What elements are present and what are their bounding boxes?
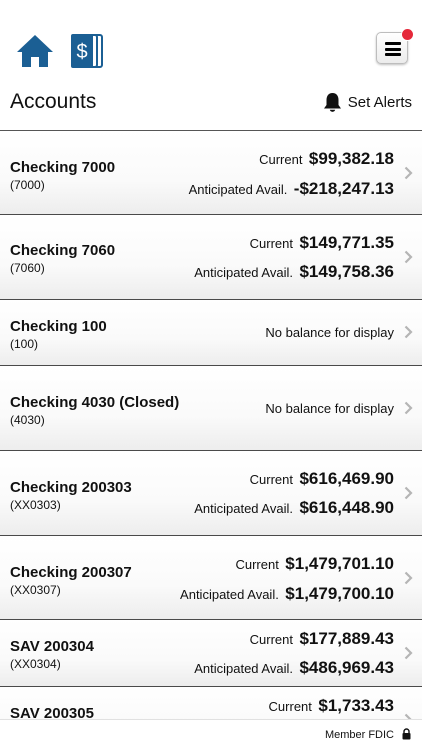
notification-badge (401, 28, 414, 41)
anticipated-amount: -$218,247.13 (293, 179, 394, 198)
anticipated-amount: $149,758.36 (299, 262, 394, 281)
current-amount: $99,382.18 (308, 149, 394, 168)
account-number: (XX0307) (10, 583, 61, 597)
anticipated-label: Anticipated Avail. (188, 182, 288, 197)
current-amount: $1,733.43 (318, 696, 394, 715)
chevron-right-icon (404, 166, 413, 180)
anticipated-amount: $616,448.90 (299, 498, 394, 517)
account-name: Checking 7000 (10, 159, 116, 176)
footer: Member FDIC (0, 719, 422, 751)
chevron-right-icon (404, 250, 413, 264)
chevron-right-icon (404, 486, 413, 500)
anticipated-label: Anticipated Avail. (180, 587, 279, 602)
account-number: (100) (10, 337, 39, 351)
set-alerts-label: Set Alerts (347, 93, 412, 111)
account-row[interactable]: Checking 4030 (Closed) (4030) No balance… (0, 366, 422, 451)
anticipated-balance: Anticipated Avail. -$218,247.13 (189, 179, 394, 199)
anticipated-balance: Anticipated Avail. $486,969.43 (194, 658, 394, 678)
anticipated-label: Anticipated Avail. (194, 661, 293, 676)
anticipated-balance: Anticipated Avail. $616,448.90 (194, 498, 394, 518)
account-row[interactable]: Checking 200307 (XX0307) Current $1,479,… (0, 536, 422, 620)
current-label: Current (268, 699, 312, 714)
account-list: Checking 7000 (7000) Current $99,382.18 … (0, 130, 422, 747)
account-number: (7000) (10, 178, 45, 192)
chevron-right-icon (404, 646, 413, 660)
current-label: Current (259, 152, 303, 167)
chevron-right-icon (404, 571, 413, 585)
current-amount: $616,469.90 (299, 469, 394, 488)
anticipated-amount: $486,969.43 (299, 658, 394, 677)
member-fdic-text: Member FDIC (324, 729, 394, 741)
account-name: Checking 4030 (Closed) (10, 394, 180, 411)
current-balance: Current $1,733.43 (269, 696, 394, 716)
current-balance: Current $177,889.43 (250, 629, 394, 649)
current-label: Current (235, 557, 279, 572)
current-amount: $177,889.43 (299, 629, 394, 648)
menu-button[interactable] (376, 28, 414, 64)
hamburger-menu-icon (385, 42, 401, 56)
account-name: Checking 200307 (10, 564, 132, 581)
anticipated-balance: Anticipated Avail. $149,758.36 (194, 262, 394, 282)
account-name: Checking 7060 (10, 242, 116, 259)
anticipated-amount: $1,479,700.10 (285, 584, 394, 603)
statements-icon[interactable]: $ (70, 33, 104, 69)
account-row[interactable]: Checking 7060 (7060) Current $149,771.35… (0, 215, 422, 300)
anticipated-label: Anticipated Avail. (194, 501, 293, 516)
current-amount: $1,479,701.10 (285, 554, 394, 573)
set-alerts-button[interactable]: Set Alerts (323, 91, 412, 113)
current-label: Current (249, 632, 293, 647)
account-row[interactable]: Checking 100 (100) No balance for displa… (0, 300, 422, 366)
bell-icon (323, 92, 341, 112)
chevron-right-icon (404, 325, 413, 339)
lock-icon (402, 728, 411, 740)
home-icon[interactable] (16, 34, 54, 68)
account-row[interactable]: SAV 200304 (XX0304) Current $177,889.43 … (0, 620, 422, 687)
account-number: (XX0303) (10, 498, 61, 512)
page-header: Accounts Set Alerts (0, 82, 422, 130)
current-balance: Current $616,469.90 (250, 469, 394, 489)
current-label: Current (249, 236, 293, 251)
account-row[interactable]: Checking 200303 (XX0303) Current $616,46… (0, 451, 422, 536)
current-balance: Current $1,479,701.10 (235, 554, 394, 574)
anticipated-label: Anticipated Avail. (194, 265, 293, 280)
current-balance: Current $99,382.18 (259, 149, 394, 169)
anticipated-balance: Anticipated Avail. $1,479,700.10 (180, 584, 394, 604)
account-number: (XX0304) (10, 657, 61, 671)
account-row[interactable]: Checking 7000 (7000) Current $99,382.18 … (0, 131, 422, 215)
account-name: Checking 100 (10, 318, 107, 335)
account-number: (4030) (10, 413, 45, 427)
chevron-right-icon (404, 401, 413, 415)
current-label: Current (249, 472, 293, 487)
account-number: (7060) (10, 261, 45, 275)
current-balance: Current $149,771.35 (250, 233, 394, 253)
current-amount: $149,771.35 (299, 233, 394, 252)
account-name: SAV 200304 (10, 638, 94, 655)
no-balance-text: No balance for display (265, 401, 394, 416)
account-name: Checking 200303 (10, 479, 132, 496)
page-title: Accounts (10, 90, 97, 113)
svg-text:$: $ (76, 41, 87, 63)
no-balance-text: No balance for display (265, 325, 394, 340)
top-toolbar: $ (0, 0, 422, 82)
